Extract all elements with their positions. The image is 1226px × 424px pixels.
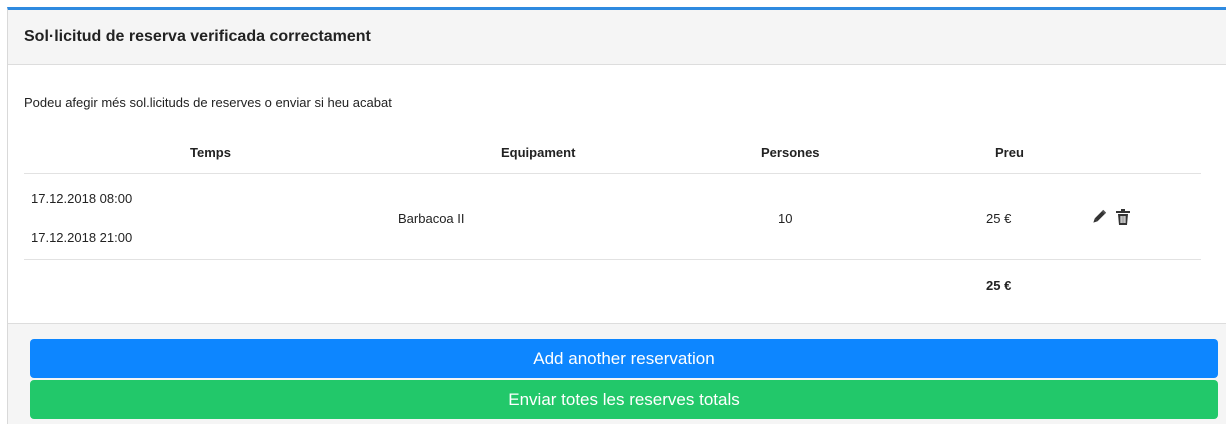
row-persons: 10	[778, 211, 793, 226]
panel-body: Podeu afegir més sol.licituds de reserve…	[8, 65, 1226, 323]
page: Sol·licitud de reserva verificada correc…	[0, 0, 1226, 424]
total-price: 25 €	[986, 278, 1012, 293]
row-start-time: 17.12.2018 08:00	[31, 191, 133, 206]
header-persons: Persones	[761, 145, 820, 160]
table-total-row: 25 €	[24, 260, 1201, 308]
header-equipment: Equipament	[501, 145, 576, 160]
row-end-time: 17.12.2018 21:00	[31, 230, 133, 245]
pencil-icon[interactable]	[1090, 208, 1108, 226]
row-actions	[1090, 208, 1132, 226]
row-equipment: Barbacoa II	[398, 211, 465, 226]
panel-footer: Add another reservation Enviar totes les…	[8, 323, 1226, 424]
trash-icon[interactable]	[1114, 208, 1132, 226]
reservations-table: Temps Equipament Persones Preu 17.12.201…	[24, 143, 1201, 308]
table-row: 17.12.2018 08:00 17.12.2018 21:00 Barbac…	[24, 174, 1201, 260]
panel-title: Sol·licitud de reserva verificada correc…	[24, 28, 371, 45]
reservation-panel: Sol·licitud de reserva verificada correc…	[7, 7, 1226, 424]
add-reservation-button[interactable]: Add another reservation	[30, 339, 1218, 378]
table-header: Temps Equipament Persones Preu	[24, 143, 1201, 174]
row-price: 25 €	[986, 211, 1012, 226]
header-time: Temps	[190, 145, 231, 160]
header-price: Preu	[995, 145, 1024, 160]
intro-text: Podeu afegir més sol.licituds de reserve…	[24, 95, 392, 110]
send-reservations-button[interactable]: Enviar totes les reserves totals	[30, 380, 1218, 419]
panel-header: Sol·licitud de reserva verificada correc…	[8, 10, 1226, 65]
